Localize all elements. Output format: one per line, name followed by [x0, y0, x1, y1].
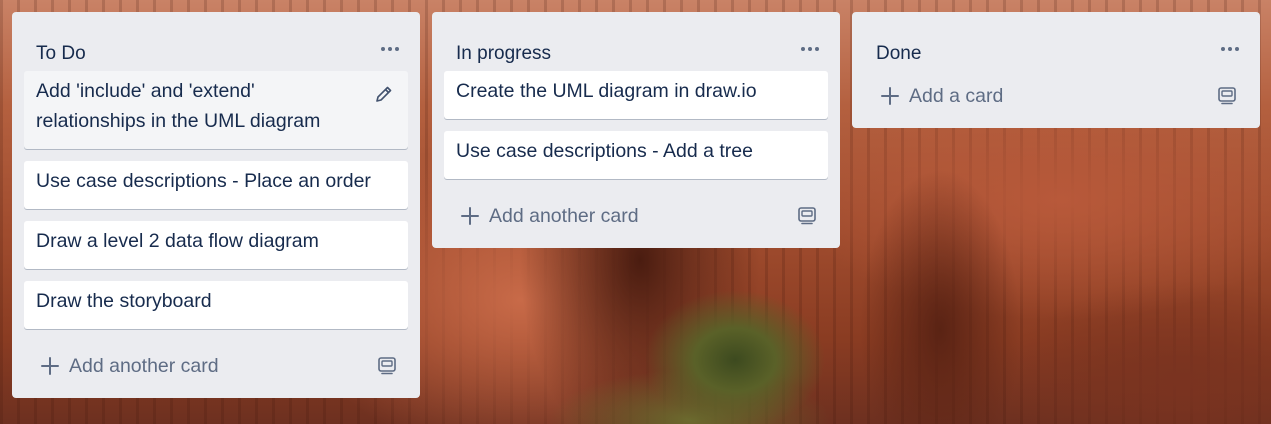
list-menu-icon[interactable]	[799, 38, 821, 60]
card-title-line-1: Add 'include' and 'extend'	[36, 80, 255, 102]
add-card-button[interactable]: Add another card	[40, 351, 219, 381]
plus-icon	[881, 87, 899, 105]
plus-icon	[461, 207, 479, 225]
list-card[interactable]: Use case descriptions - Place an order	[24, 161, 408, 209]
add-card-label: Add another card	[489, 204, 639, 227]
list-card[interactable]: Add 'include' and 'extend' relationships…	[24, 71, 408, 149]
card-title-line-2: relationships in the UML diagram	[36, 110, 321, 132]
card-template-icon[interactable]	[376, 354, 398, 376]
list-title[interactable]: Done	[876, 43, 921, 65]
add-card-button[interactable]: Add another card	[460, 201, 639, 231]
card-title: Create the UML diagram in draw.io	[456, 80, 757, 102]
plus-icon	[41, 357, 59, 375]
card-title: Use case descriptions - Add a tree	[456, 140, 753, 162]
list-title[interactable]: In progress	[456, 43, 551, 65]
card-template-icon[interactable]	[796, 204, 818, 226]
list-to-do: To Do Add 'include' and 'extend' relatio…	[12, 12, 420, 398]
list-card[interactable]: Draw the storyboard	[24, 281, 408, 329]
list-title[interactable]: To Do	[36, 43, 86, 65]
card-title: Draw a level 2 data flow diagram	[36, 230, 319, 252]
list-menu-icon[interactable]	[379, 38, 401, 60]
list-menu-icon[interactable]	[1219, 38, 1241, 60]
card-template-icon[interactable]	[1216, 84, 1238, 106]
card-title: Use case descriptions - Place an order	[36, 170, 371, 192]
add-card-label: Add a card	[909, 84, 1004, 107]
card-title: Draw the storyboard	[36, 290, 212, 312]
list-card[interactable]: Draw a level 2 data flow diagram	[24, 221, 408, 269]
list-in-progress: In progress Create the UML diagram in dr…	[432, 12, 840, 248]
add-card-label: Add another card	[69, 354, 219, 377]
list-done: Done Add a card	[852, 12, 1260, 128]
add-card-button[interactable]: Add a card	[880, 81, 1003, 111]
list-card[interactable]: Create the UML diagram in draw.io	[444, 71, 828, 119]
list-card[interactable]: Use case descriptions - Add a tree	[444, 131, 828, 179]
pencil-icon[interactable]	[374, 84, 394, 104]
